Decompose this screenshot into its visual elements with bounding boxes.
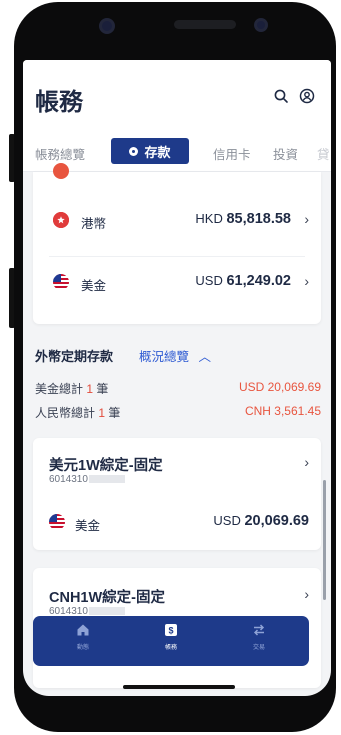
amount-value: 85,818.58 bbox=[226, 211, 291, 227]
summary-cnh-value: CNH 3,561.45 bbox=[244, 404, 321, 418]
chevron-right-icon: › bbox=[304, 454, 309, 470]
deposit-title: CNH1W綜定-固定 bbox=[49, 590, 165, 606]
account-number-text: 6014310 bbox=[49, 474, 88, 485]
tab-account-overview[interactable]: 帳務總覽 bbox=[35, 144, 85, 163]
overview-link-label: 概況總覽 bbox=[139, 350, 190, 364]
section-title: 外幣定期存款 bbox=[35, 349, 114, 364]
header: 帳務 帳務總覽 存款 信用卡 投資 貸 bbox=[23, 60, 331, 172]
currency-code: USD bbox=[195, 273, 223, 288]
currency-name: 美金 bbox=[81, 279, 107, 293]
list-item[interactable]: 港幣 HKD 85,818.58 › bbox=[33, 208, 321, 244]
notch bbox=[54, 12, 296, 40]
nav-label: 動態 bbox=[76, 645, 89, 651]
deposit-account-card[interactable]: 美元1W綜定-固定 6014310 › 美金 USD 20,069.69 bbox=[33, 438, 321, 550]
nav-label: 交易 bbox=[252, 645, 265, 651]
sensor bbox=[254, 18, 268, 32]
currency-amount: USD 61,249.02 bbox=[195, 273, 291, 289]
partial-flag-icon bbox=[53, 163, 69, 179]
tab-deposits[interactable]: 存款 bbox=[111, 138, 189, 164]
nav-item-home[interactable]: 動態 bbox=[63, 623, 103, 651]
summary-label-prefix: 美金總計 bbox=[35, 382, 84, 396]
deposit-title: 美元1W綜定-固定 bbox=[49, 458, 163, 474]
currency-code: HKD bbox=[195, 211, 223, 226]
currency-name: 美金 bbox=[75, 519, 101, 533]
summary-usd-value: USD 20,069.69 bbox=[238, 380, 321, 394]
tab-more-partial[interactable]: 貸 bbox=[317, 144, 331, 163]
summary-count: 1 bbox=[86, 382, 94, 396]
chevron-right-icon: › bbox=[304, 211, 309, 227]
page-title: 帳務 bbox=[35, 89, 83, 116]
transfer-icon bbox=[239, 623, 279, 639]
divider bbox=[49, 256, 305, 257]
tab-bar: 帳務總覽 存款 信用卡 投資 貸 bbox=[23, 138, 331, 172]
svg-text:$: $ bbox=[168, 626, 173, 636]
currency-amount: HKD 85,818.58 bbox=[195, 211, 291, 227]
home-icon bbox=[63, 623, 103, 639]
front-camera bbox=[99, 18, 115, 34]
earpiece-speaker bbox=[174, 20, 236, 29]
nav-item-accounts[interactable]: $ 帳務 bbox=[151, 623, 191, 651]
summary-usd-label: 美金總計 1 筆 bbox=[35, 380, 108, 397]
list-item[interactable]: 美金 USD 61,249.02 › bbox=[33, 270, 321, 306]
bottom-nav: 動態 $ 帳務 交易 bbox=[33, 616, 309, 666]
overview-link[interactable]: 概況總覽 ︿ bbox=[139, 346, 211, 365]
chevron-right-icon: › bbox=[304, 273, 309, 289]
deposit-amount: USD 20,069.69 bbox=[213, 513, 309, 529]
masked-digits bbox=[88, 607, 125, 616]
tab-deposits-label: 存款 bbox=[144, 144, 171, 160]
dollar-icon: $ bbox=[151, 623, 191, 639]
tab-credit-card[interactable]: 信用卡 bbox=[213, 144, 251, 163]
summary-cnh-label: 人民幣總計 1 筆 bbox=[35, 404, 120, 421]
app-screen: 帳務 帳務總覽 存款 信用卡 投資 貸 港幣 HKD 85,818.58 › 美… bbox=[23, 60, 331, 696]
scrollbar[interactable] bbox=[323, 480, 326, 600]
summary-label-prefix: 人民幣總計 bbox=[35, 406, 96, 420]
summary-label-suffix: 筆 bbox=[96, 382, 109, 396]
currency-balance-card: 港幣 HKD 85,818.58 › 美金 USD 61,249.02 › bbox=[33, 163, 321, 324]
nav-item-transactions[interactable]: 交易 bbox=[239, 623, 279, 651]
amount-value: 20,069.69 bbox=[244, 513, 309, 529]
home-indicator[interactable] bbox=[123, 685, 235, 689]
deposit-icon bbox=[129, 146, 139, 156]
amount-value: 61,249.02 bbox=[226, 273, 291, 289]
us-flag-icon bbox=[49, 514, 65, 530]
profile-icon[interactable] bbox=[297, 88, 317, 108]
search-icon[interactable] bbox=[271, 88, 291, 108]
hk-flag-icon bbox=[53, 212, 69, 228]
currency-code: USD bbox=[213, 513, 241, 528]
summary-label-suffix: 筆 bbox=[108, 406, 121, 420]
masked-digits bbox=[88, 475, 125, 484]
currency-name: 港幣 bbox=[81, 217, 107, 231]
summary-count: 1 bbox=[98, 406, 106, 420]
nav-label: 帳務 bbox=[164, 645, 177, 651]
account-number: 6014310 bbox=[49, 474, 125, 485]
chevron-up-icon: ︿ bbox=[198, 350, 212, 364]
us-flag-icon bbox=[53, 274, 69, 290]
tab-investment[interactable]: 投資 bbox=[273, 144, 298, 163]
chevron-right-icon: › bbox=[304, 586, 309, 602]
